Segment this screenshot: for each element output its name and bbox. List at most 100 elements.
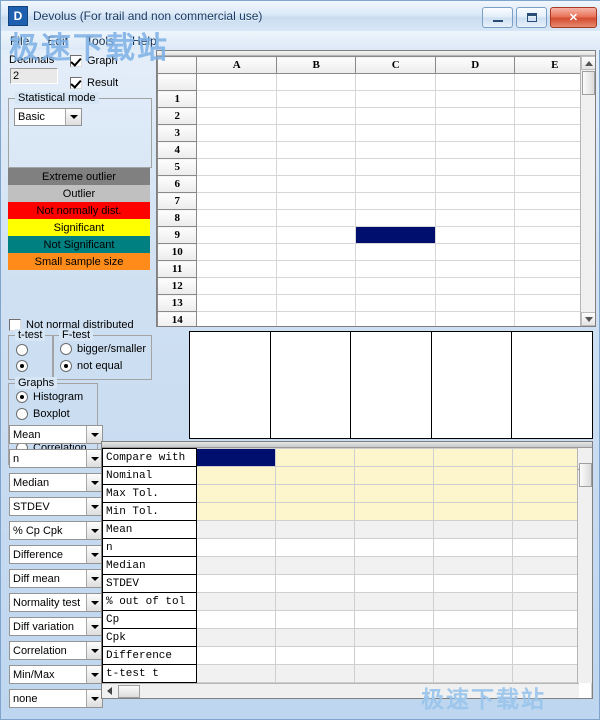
result-cell[interactable] — [432, 664, 513, 683]
chevron-down-icon[interactable] — [86, 690, 102, 707]
stat-select-min-max[interactable]: Min/Max — [9, 665, 103, 684]
result-cell[interactable] — [353, 664, 434, 683]
stat-select-correlation[interactable]: Correlation — [9, 641, 103, 660]
result-cell[interactable] — [353, 484, 434, 503]
result-cell[interactable] — [353, 610, 434, 629]
result-cell[interactable] — [353, 628, 434, 647]
result-cell[interactable] — [195, 520, 276, 539]
spreadsheet-cell-b10[interactable] — [275, 243, 357, 261]
stat-select-diff-mean[interactable]: Diff mean — [9, 569, 103, 588]
spreadsheet-cell-d12[interactable] — [434, 277, 516, 295]
row-header-14[interactable]: 14 — [157, 311, 198, 326]
spreadsheet-cell-d14[interactable] — [434, 311, 516, 326]
result-cell[interactable] — [432, 592, 513, 611]
chevron-down-icon[interactable] — [86, 642, 102, 659]
spreadsheet-cell-c11[interactable] — [355, 260, 436, 278]
spreadsheet-cell-b9[interactable] — [275, 226, 357, 244]
column-header-c[interactable]: C — [355, 56, 436, 74]
spreadsheet-cell-c12[interactable] — [355, 277, 436, 295]
spreadsheet-cell-a10[interactable] — [196, 243, 277, 261]
chevron-down-icon[interactable] — [86, 570, 102, 587]
spreadsheet-cell-c3[interactable] — [355, 124, 436, 142]
result-cell[interactable] — [274, 448, 355, 467]
result-row-header-median[interactable]: Median — [102, 556, 197, 575]
spreadsheet-cell-c1[interactable] — [355, 90, 436, 108]
scroll-down-icon[interactable] — [581, 312, 595, 326]
result-cell[interactable] — [195, 664, 276, 683]
close-button[interactable]: ✕ — [550, 7, 597, 28]
row-header-7[interactable]: 7 — [157, 192, 198, 210]
result-cell[interactable] — [195, 646, 276, 665]
spreadsheet-cell-d1[interactable] — [434, 90, 516, 108]
spreadsheet-cell-b1[interactable] — [275, 90, 357, 108]
spreadsheet-cell-c4[interactable] — [355, 141, 436, 159]
spreadsheet-corner[interactable] — [157, 56, 198, 74]
spreadsheet-cell-a[interactable] — [196, 73, 277, 91]
menu-item-tools[interactable]: Tools — [77, 33, 123, 49]
result-cell[interactable] — [432, 448, 513, 467]
spreadsheet-cell-c10[interactable] — [355, 243, 436, 261]
graph-panel-1[interactable] — [190, 332, 271, 438]
result-cell[interactable] — [432, 646, 513, 665]
stat-select-diff-variation[interactable]: Diff variation — [9, 617, 103, 636]
spreadsheet-cell-b7[interactable] — [275, 192, 357, 210]
spreadsheet-cell-a2[interactable] — [196, 107, 277, 125]
result-cell[interactable] — [274, 466, 355, 485]
spreadsheet-cell-selected[interactable] — [355, 226, 436, 244]
graph-panel-4[interactable] — [431, 332, 513, 438]
scroll-up-icon[interactable] — [581, 56, 595, 70]
result-cell[interactable] — [274, 610, 355, 629]
chevron-down-icon[interactable] — [86, 594, 102, 611]
minimize-button[interactable] — [482, 7, 513, 28]
stat-select-cp-cpk[interactable]: % Cp Cpk — [9, 521, 103, 540]
spreadsheet-cell-a9[interactable] — [196, 226, 277, 244]
result-cell-selected[interactable] — [195, 448, 276, 467]
chevron-down-icon[interactable] — [86, 426, 102, 443]
result-cell[interactable] — [274, 592, 355, 611]
column-header-b[interactable]: B — [275, 56, 357, 74]
stat-select-mean[interactable]: Mean — [9, 425, 103, 444]
chevron-down-icon[interactable] — [86, 522, 102, 539]
result-cell[interactable] — [353, 538, 434, 557]
chevron-down-icon[interactable] — [65, 109, 81, 125]
ftest-option-not-equal[interactable]: not equal — [60, 360, 122, 372]
chevron-down-icon[interactable] — [86, 498, 102, 515]
chevron-down-icon[interactable] — [86, 474, 102, 491]
result-cell[interactable] — [195, 466, 276, 485]
result-table-panel[interactable]: Compare with Nominal Max Tol. Min Tol. Mean n… — [101, 441, 593, 699]
menu-item-edit[interactable]: Edit — [38, 33, 77, 49]
spreadsheet-cell-b11[interactable] — [275, 260, 357, 278]
spreadsheet-cell-b3[interactable] — [275, 124, 357, 142]
spreadsheet-cell-c6[interactable] — [355, 175, 436, 193]
spreadsheet-cell-d4[interactable] — [434, 141, 516, 159]
stat-select-median[interactable]: Median — [9, 473, 103, 492]
spreadsheet-cell-d5[interactable] — [434, 158, 516, 176]
result-row-header-nominal[interactable]: Nominal — [102, 466, 197, 485]
result-cell[interactable] — [195, 538, 276, 557]
result-row-header-min-tol[interactable]: Min Tol. — [102, 502, 197, 521]
result-cell[interactable] — [274, 646, 355, 665]
chevron-down-icon[interactable] — [86, 546, 102, 563]
spreadsheet-cell-c7[interactable] — [355, 192, 436, 210]
spreadsheet-cell-a3[interactable] — [196, 124, 277, 142]
spreadsheet-cell-b13[interactable] — [275, 294, 357, 312]
result-cell[interactable] — [432, 628, 513, 647]
result-cell[interactable] — [353, 646, 434, 665]
stat-select-normality-test[interactable]: Normality test — [9, 593, 103, 612]
decimals-input[interactable]: 2 — [10, 68, 58, 84]
row-header-8[interactable]: 8 — [157, 209, 198, 227]
result-cell[interactable] — [353, 556, 434, 575]
graphs-option-histogram[interactable]: Histogram — [16, 391, 83, 403]
chevron-down-icon[interactable] — [86, 618, 102, 635]
scrollbar-thumb[interactable] — [579, 463, 592, 487]
result-cell[interactable] — [353, 592, 434, 611]
result-cell[interactable] — [274, 502, 355, 521]
spreadsheet-cell-c8[interactable] — [355, 209, 436, 227]
result-cell[interactable] — [353, 520, 434, 539]
result-cell[interactable] — [274, 538, 355, 557]
result-cell[interactable] — [195, 574, 276, 593]
spreadsheet-cell-a7[interactable] — [196, 192, 277, 210]
spreadsheet-cell-a13[interactable] — [196, 294, 277, 312]
graph-panel-3[interactable] — [351, 332, 432, 438]
result-row-header-stdev[interactable]: STDEV — [102, 574, 197, 593]
